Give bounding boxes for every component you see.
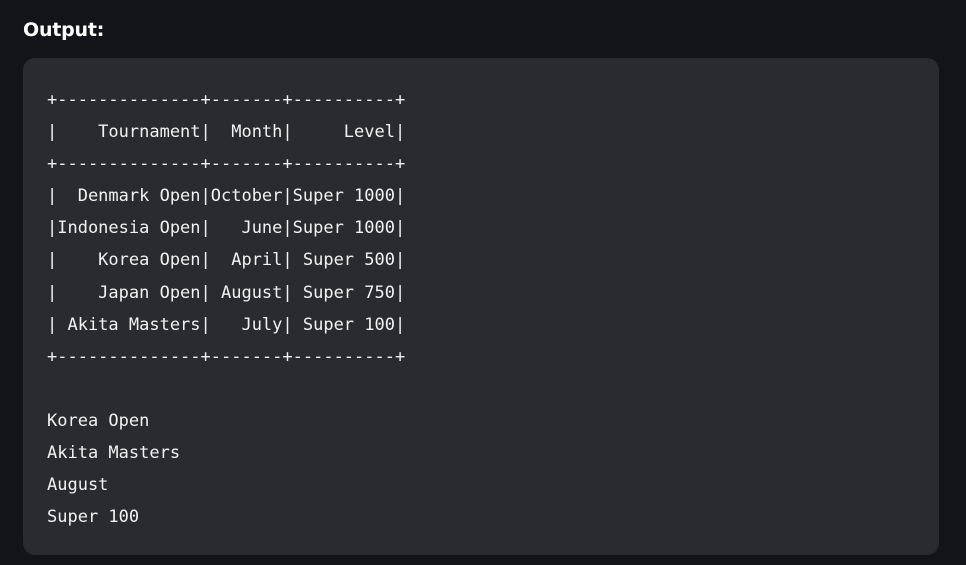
table-border-bottom: +--------------+-------+----------+ xyxy=(47,346,406,367)
table-row: | Korea Open| April| Super 500| xyxy=(47,250,406,271)
result-line: Korea Open xyxy=(47,410,150,431)
result-line: August xyxy=(47,475,109,496)
table-header-divider: +--------------+-------+----------+ xyxy=(47,154,406,175)
table-row: | Akita Masters| July| Super 100| xyxy=(47,314,406,335)
table-row: | Japan Open| August| Super 750| xyxy=(47,282,406,303)
table-header-row: | Tournament| Month| Level| xyxy=(47,122,406,143)
code-output: +--------------+-------+----------+ | Tou… xyxy=(47,84,405,533)
result-line: Akita Masters xyxy=(47,443,181,464)
output-panel: +--------------+-------+----------+ | Tou… xyxy=(23,58,939,555)
table-border-top: +--------------+-------+----------+ xyxy=(47,90,406,110)
table-row: | Denmark Open|October|Super 1000| xyxy=(47,186,406,207)
result-line: Super 100 xyxy=(47,507,140,528)
table-row: |Indonesia Open| June|Super 1000| xyxy=(47,218,406,239)
output-heading: Output: xyxy=(23,19,105,41)
